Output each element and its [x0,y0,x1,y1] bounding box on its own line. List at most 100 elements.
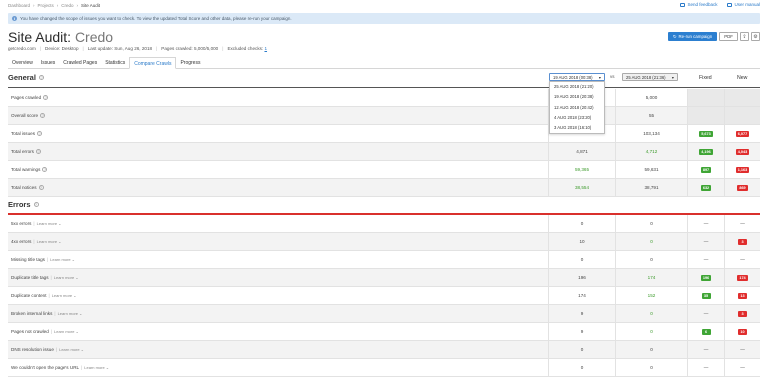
learn-more-link[interactable]: Learn more ⌄ [52,293,77,298]
fixed-cell: 4,196 [687,143,724,160]
meta-pages-crawled: Pages crawled: 5,000/5,000 [161,46,219,51]
learn-more-link[interactable]: Learn more ⌄ [54,275,79,280]
row-label: 5xx errors [11,221,32,226]
meta-excluded-link[interactable]: 1 [264,46,267,51]
help-icon[interactable]: ? [35,149,41,154]
value-crawl-2: 0 [615,359,687,376]
dropdown-option[interactable]: 4 AUG 2018 (23:20) [550,113,604,123]
new-badge[interactable]: 3 [738,310,747,317]
help-icon[interactable]: ? [43,95,49,100]
breadcrumb: Dashboard › Projects › Credo › Site Audit [8,3,100,8]
learn-more-link[interactable]: Learn more ⌄ [37,239,62,244]
row-label: We couldn't open the page's URL [11,365,80,370]
fixed-cell: 196 [687,269,724,286]
learn-more-link[interactable]: Learn more ⌄ [50,257,75,262]
user-manual-label: User manual [734,2,760,7]
new-badge[interactable]: 3 [738,238,747,245]
value-crawl-1: 9 [548,323,615,340]
help-icon[interactable]: ? [38,75,44,80]
fixed-badge[interactable]: 4,196 [699,148,713,155]
value-crawl-1: 59,365 [548,161,615,178]
dash: — [703,347,709,352]
help-icon[interactable]: ? [37,131,42,136]
table-row: Overall score? 55 [8,107,760,125]
value-crawl-2: 174 [615,269,687,286]
fixed-cell: 897 [687,161,724,178]
dash: — [740,347,745,352]
fixed-badge[interactable]: 5,673 [699,130,713,137]
tab-issues[interactable]: Issues [37,57,59,69]
learn-more-label: Learn more [36,221,58,226]
value-crawl-1: 0 [548,341,615,358]
fixed-badge[interactable]: 6 [701,328,711,335]
breadcrumb-dashboard[interactable]: Dashboard [8,3,30,8]
new-badge[interactable]: 4,043 [735,148,750,155]
rerun-campaign-button[interactable]: ↻ Re-run campaign [667,32,718,41]
export-icon[interactable]: ⇪ [740,32,749,41]
learn-more-link[interactable]: Learn more ⌄ [54,329,79,334]
value-crawl-2: 152 [615,287,687,304]
fixed-badge[interactable]: 632 [700,184,712,191]
learn-more-label: Learn more [54,329,75,334]
tab-crawled-pages[interactable]: Crawled Pages [59,57,101,69]
fixed-cell: — [687,251,724,268]
dropdown-option[interactable]: 3 AUG 2018 (16:10) [550,123,604,133]
help-icon[interactable]: ? [38,185,44,190]
fixed-cell: 6 [687,323,724,340]
new-cell: — [724,251,760,268]
new-cell [724,107,760,124]
gear-icon[interactable]: ⚙ [751,32,760,41]
value-crawl-2: 4,712 [615,143,687,160]
table-row: 4xx errors | Learn more ⌄ 10 0—3 [8,233,760,251]
fixed-badge[interactable]: 196 [700,274,712,281]
crawl-date-select-1[interactable]: 19 AUG 2018 (00:38) ▾ [549,73,605,81]
dropdown-option[interactable]: 25 AUG 2018 (21:20) [550,82,604,92]
fixed-badge[interactable]: 35 [701,292,711,299]
dash: — [740,257,745,262]
help-icon[interactable]: ? [40,113,46,118]
breadcrumb-projects[interactable]: Projects [38,3,54,8]
new-badge[interactable]: 869 [737,184,748,191]
dash: — [703,239,709,244]
crawl-date-dropdown-menu: 25 AUG 2018 (21:20) 19 AUG 2018 (20:38) … [549,81,605,135]
new-cell: 869 [724,179,760,196]
fixed-cell: 632 [687,179,724,196]
row-label: Pages crawled [11,95,42,100]
vs-label: vs [610,74,615,79]
send-feedback-link[interactable]: Send feedback [680,2,717,7]
fixed-cell [687,89,724,106]
pdf-button[interactable]: PDF [719,32,738,41]
meta-last-update: Last update: Sun, Aug 26, 2018 [87,46,153,51]
page-title-prefix: Site Audit: [8,29,72,45]
value-crawl-2: 38,791 [615,179,687,196]
crawl-date-select-2[interactable]: 25 AUG 2018 (21:36) ▾ [622,73,678,81]
tab-statistics[interactable]: Statistics [101,57,129,69]
new-badge[interactable]: 10 [738,328,747,335]
new-badge[interactable]: 174 [737,274,748,281]
user-manual-link[interactable]: User manual [727,2,760,7]
tab-compare-crawls[interactable]: Compare Crawls [129,57,177,69]
help-icon[interactable]: ? [33,202,39,207]
new-badge[interactable]: 13 [738,292,747,299]
table-row: We couldn't open the page's URL | Learn mo… [8,359,760,377]
tab-progress[interactable]: Progress [176,57,204,69]
new-badge[interactable]: 1,163 [735,166,750,173]
learn-more-link[interactable]: Learn more ⌄ [84,365,109,370]
new-badge[interactable]: 6,077 [735,130,750,137]
learn-more-link[interactable]: Learn more ⌄ [37,221,62,226]
audit-meta: getcredo.com | Device: Desktop | Last upda… [8,46,268,51]
crawl-date-1-value: 19 AUG 2018 (00:38) [553,75,593,80]
dropdown-option[interactable]: 19 AUG 2018 (20:38) [550,92,604,102]
fixed-cell [687,107,724,124]
table-row: Total errors? 4,871 4,712 4,196 4,043 [8,143,760,161]
value-crawl-2: 55 [615,107,687,124]
breadcrumb-credo[interactable]: Credo [61,3,73,8]
errors-title: Errors [8,200,31,209]
tab-overview[interactable]: Overview [8,57,37,69]
fixed-badge[interactable]: 897 [700,166,712,173]
dropdown-option[interactable]: 12 AUG 2018 (20:42) [550,103,604,113]
help-icon[interactable]: ? [42,167,48,172]
learn-more-link[interactable]: Learn more ⌄ [58,311,83,316]
dash: — [740,365,745,370]
learn-more-link[interactable]: Learn more ⌄ [59,347,84,352]
